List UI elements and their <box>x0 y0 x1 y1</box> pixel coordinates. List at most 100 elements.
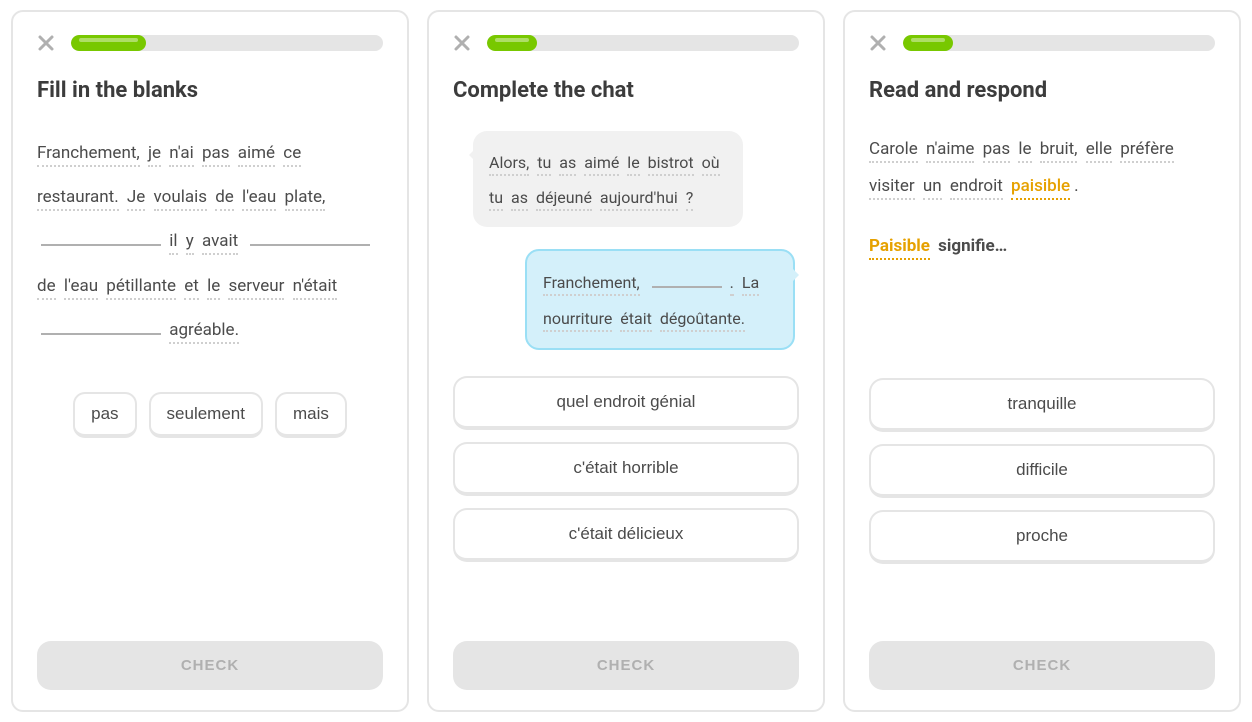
word-token[interactable]: aimé <box>238 143 275 167</box>
word-token[interactable]: tu <box>489 188 503 211</box>
blank-slot[interactable] <box>250 244 370 246</box>
word-token[interactable]: Je <box>127 187 145 211</box>
topbar <box>453 34 799 52</box>
word-token[interactable]: endroit <box>950 176 1003 200</box>
word-token[interactable]: tu <box>537 153 551 176</box>
token-row: Franchement, <box>543 273 644 292</box>
word-token[interactable]: bistrot <box>648 153 694 176</box>
word-token[interactable]: avait <box>202 231 238 255</box>
token-row: Franchement, je n'ai pas aimé ce <box>37 143 305 163</box>
chat-bubble-incoming: Alors, tu as aimé le bistrot où tu as dé… <box>473 131 743 227</box>
chat-bubble-reply: Franchement, . La nourriture était dégoû… <box>525 249 795 349</box>
word-token[interactable]: . <box>730 273 734 296</box>
answer-options: tranquille difficile proche <box>869 378 1215 564</box>
exercise-card-read-respond: Read and respond Carole n'aime pas le br… <box>843 10 1241 712</box>
exercise-card-fill-blanks: Fill in the blanks Franchement, je n'ai … <box>11 10 409 712</box>
word-token[interactable]: était <box>620 309 652 332</box>
exercise-body: Alors, tu as aimé le bistrot où tu as dé… <box>453 131 799 641</box>
word-token[interactable]: as <box>559 153 576 176</box>
word-token[interactable]: aujourd'hui <box>600 188 678 211</box>
token-row: Alors, tu as aimé le bistrot où tu as dé… <box>489 145 727 215</box>
word-token[interactable]: le <box>1018 139 1031 163</box>
word-token[interactable]: préfère <box>1120 139 1174 163</box>
option-button[interactable]: tranquille <box>869 378 1215 432</box>
blank-slot[interactable] <box>41 244 161 246</box>
progress-fill <box>71 35 146 51</box>
word-token[interactable]: as <box>511 188 528 211</box>
word-token[interactable]: l'eau <box>64 276 98 300</box>
word-token[interactable]: ? <box>686 188 694 211</box>
word-token[interactable]: et <box>184 276 199 300</box>
word-token[interactable]: pétillante <box>106 276 176 300</box>
word-token[interactable]: de <box>215 187 234 211</box>
check-button[interactable]: CHECK <box>37 641 383 690</box>
question-text: signifie… <box>938 236 1007 256</box>
word-token[interactable]: un <box>923 176 942 200</box>
word-token[interactable]: n'ai <box>169 143 193 167</box>
word-chip[interactable]: seulement <box>149 392 263 438</box>
option-button[interactable]: c'était horrible <box>453 442 799 496</box>
punct: . <box>1074 176 1078 196</box>
word-token[interactable]: aimé <box>584 153 619 176</box>
word-token[interactable]: où <box>702 153 720 176</box>
option-button[interactable]: proche <box>869 510 1215 564</box>
word-token[interactable]: il <box>169 231 177 255</box>
token-row: restaurant. Je voulais de l'eau plate, <box>37 187 329 207</box>
word-token[interactable]: l'eau <box>242 187 276 211</box>
exercise-card-complete-chat: Complete the chat Alors, tu as aimé le b… <box>427 10 825 712</box>
option-button[interactable]: quel endroit génial <box>453 376 799 430</box>
blank-slot[interactable] <box>652 286 722 288</box>
check-button[interactable]: CHECK <box>869 641 1215 690</box>
word-token[interactable]: dégoûtante. <box>660 309 745 332</box>
token-row: de l'eau pétillante et le serveur n'étai… <box>37 276 341 296</box>
token-row: agréable. <box>169 320 243 340</box>
word-token[interactable]: Carole <box>869 139 918 163</box>
word-token[interactable]: serveur <box>228 276 284 300</box>
topbar <box>37 34 383 52</box>
option-button[interactable]: difficile <box>869 444 1215 498</box>
word-token[interactable]: n'était <box>293 276 338 300</box>
exercise-body: Carole n'aime pas le bruit, elle préfère… <box>869 131 1215 641</box>
progress-bar <box>487 35 799 51</box>
check-button[interactable]: CHECK <box>453 641 799 690</box>
passage: Carole n'aime pas le bruit, elle préfère… <box>869 131 1215 206</box>
word-token[interactable]: Franchement, <box>543 273 640 296</box>
option-button[interactable]: c'était délicieux <box>453 508 799 562</box>
word-chip[interactable]: pas <box>73 392 136 438</box>
word-token[interactable]: le <box>627 153 639 176</box>
question: Paisible signifie… <box>869 224 1215 268</box>
word-token[interactable]: n'aime <box>926 139 974 163</box>
word-bank: pas seulement mais <box>37 392 383 438</box>
word-token[interactable]: La <box>742 273 759 296</box>
exercise-body: Franchement, je n'ai pas aimé ce restaur… <box>37 131 383 641</box>
highlight-word: Paisible <box>869 236 930 260</box>
word-token[interactable]: nourriture <box>543 309 612 332</box>
word-token[interactable]: y <box>186 231 194 255</box>
word-chip[interactable]: mais <box>275 392 347 438</box>
word-token[interactable]: de <box>37 276 56 300</box>
word-token[interactable]: elle <box>1086 139 1112 163</box>
token-row: il y avait <box>169 231 242 251</box>
word-token[interactable]: visiter <box>869 176 915 200</box>
word-token[interactable]: déjeuné <box>536 188 592 211</box>
word-token[interactable]: agréable. <box>169 320 239 344</box>
close-icon[interactable] <box>453 34 471 52</box>
word-token[interactable]: ce <box>283 143 301 167</box>
word-token[interactable]: le <box>207 276 220 300</box>
word-token[interactable]: restaurant. <box>37 187 119 211</box>
progress-bar <box>903 35 1215 51</box>
word-token[interactable]: plate, <box>285 187 326 211</box>
close-icon[interactable] <box>37 34 55 52</box>
word-token[interactable]: pas <box>983 139 1011 163</box>
highlight-word: paisible <box>1011 176 1070 200</box>
word-token[interactable]: je <box>148 143 161 167</box>
word-token[interactable]: bruit, <box>1040 139 1078 163</box>
word-token[interactable]: pas <box>202 143 230 167</box>
word-token[interactable]: Alors, <box>489 153 529 176</box>
progress-bar <box>71 35 383 51</box>
word-token[interactable]: voulais <box>154 187 207 211</box>
close-icon[interactable] <box>869 34 887 52</box>
blank-slot[interactable] <box>41 333 161 335</box>
progress-fill <box>487 35 537 51</box>
word-token[interactable]: Franchement, <box>37 143 140 167</box>
